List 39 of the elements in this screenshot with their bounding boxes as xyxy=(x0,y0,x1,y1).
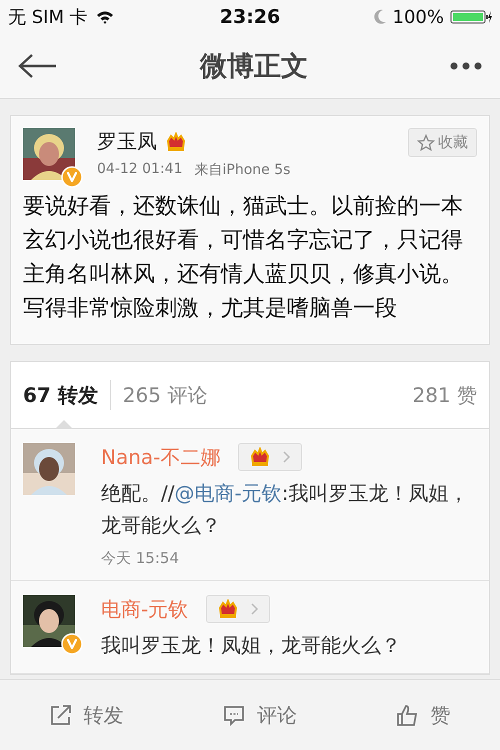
member-badge-button[interactable] xyxy=(206,595,270,623)
favorite-button[interactable]: 收藏 xyxy=(408,128,477,157)
author-name[interactable]: 罗玉凤 xyxy=(97,128,157,155)
battery-icon xyxy=(450,9,492,25)
page-title: 微博正文 xyxy=(200,50,308,84)
comment-text: 绝配。//@电商-元钦:我叫罗玉龙！凤姐，龙哥能火么？ xyxy=(101,480,470,539)
crown-icon xyxy=(249,447,272,467)
commenter-name[interactable]: 电商-元钦 xyxy=(101,596,188,622)
more-button[interactable] xyxy=(450,62,482,70)
crown-icon xyxy=(165,132,187,152)
back-button[interactable] xyxy=(18,53,58,79)
wifi-icon xyxy=(96,10,114,24)
chevron-icon xyxy=(251,603,260,615)
star-icon xyxy=(417,134,435,152)
comment-time: 今天 15:54 xyxy=(101,549,180,568)
more-icon xyxy=(450,62,482,70)
post-source: 来自iPhone 5s xyxy=(194,161,290,179)
post-time: 04-12 01:41 xyxy=(97,161,182,179)
battery-percent: 100% xyxy=(392,6,444,28)
moon-icon xyxy=(372,9,387,25)
comment-button[interactable]: 评论 xyxy=(222,702,297,728)
stats-tab[interactable]: 67 转发 xyxy=(23,362,98,428)
like-button[interactable]: 赞 xyxy=(396,702,450,728)
comment-icon xyxy=(222,704,245,726)
clock-time: 23:26 xyxy=(220,6,280,28)
commenter-name[interactable]: Nana-不二娜 xyxy=(101,444,220,470)
thumbs-up-icon xyxy=(396,704,418,726)
carrier-label: 无 SIM 卡 xyxy=(8,6,88,29)
back-arrow-icon xyxy=(18,53,58,79)
stats-tab[interactable]: 281 赞 xyxy=(412,362,477,428)
mention-link[interactable]: @电商-元钦 xyxy=(174,481,282,505)
chevron-icon xyxy=(283,451,292,463)
post-text: 要说好看，还数诛仙，猫武士。以前捡的一本玄幻小说也很好看，可惜名字忘记了，只记得主角名叫林风，还有情人蓝贝贝，修真小说。写得非常惊险刺激，尤其是嗜脑兽一段 xyxy=(23,193,464,323)
member-badge-button[interactable] xyxy=(238,443,302,471)
crown-icon xyxy=(217,599,240,619)
share-icon xyxy=(50,704,72,726)
comment-text: 我叫罗玉龙！凤姐，龙哥能火么？ xyxy=(101,632,402,659)
stats-tab[interactable]: 265 评论 xyxy=(122,362,208,428)
repost-button[interactable]: 转发 xyxy=(50,702,124,728)
